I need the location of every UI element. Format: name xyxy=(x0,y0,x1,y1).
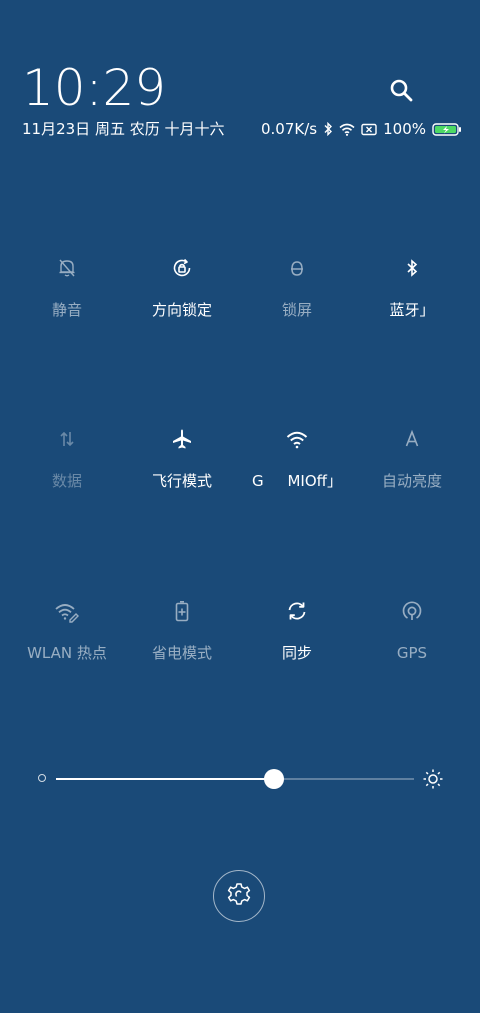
tile-label: 数据 xyxy=(51,472,82,490)
brightness-fill xyxy=(56,778,275,780)
mobile-data-icon xyxy=(53,425,81,453)
tile-label: 静音 xyxy=(51,301,82,319)
gear-icon xyxy=(226,881,252,912)
battery-saver-icon xyxy=(168,597,196,625)
battery-charging-icon xyxy=(432,122,462,136)
tile-hotspot[interactable]: WLAN 热点 xyxy=(7,597,127,663)
bluetooth-status-icon xyxy=(323,122,333,136)
tile-label: 锁屏 xyxy=(281,301,312,319)
tile-bluetooth[interactable]: 蓝牙」 xyxy=(352,254,472,320)
no-sim-icon xyxy=(361,123,377,136)
lock-icon xyxy=(283,254,311,282)
hotspot-icon xyxy=(53,597,81,625)
battery-percent: 100% xyxy=(383,120,426,138)
tile-label: 同步 xyxy=(281,644,312,662)
tile-label: 蓝牙」 xyxy=(389,301,435,319)
tile-label: GPS xyxy=(396,644,428,662)
tile-gps[interactable]: GPS xyxy=(352,597,472,663)
settings-button[interactable] xyxy=(213,870,265,922)
network-speed: 0.07K/s xyxy=(261,120,318,138)
bluetooth-icon xyxy=(398,254,426,282)
tile-label: 飞行模式 xyxy=(151,472,212,490)
brightness-knob[interactable] xyxy=(264,769,285,789)
tile-label: 省电模式 xyxy=(151,644,212,662)
tile-mobile-data[interactable]: 数据 xyxy=(7,425,127,491)
rotation-lock-icon xyxy=(168,254,196,282)
tile-airplane-mode[interactable]: 飞行模式 xyxy=(122,425,242,491)
tile-auto-brightness[interactable]: 自动亮度 xyxy=(352,425,472,491)
wifi-icon xyxy=(283,425,311,453)
search-icon[interactable] xyxy=(388,77,414,103)
brightness-slider[interactable] xyxy=(38,764,444,794)
tile-label: G MIOff」 xyxy=(252,472,342,490)
tile-wifi[interactable]: G MIOff」 xyxy=(237,425,357,491)
tile-label: 自动亮度 xyxy=(381,472,442,490)
wifi-status-icon xyxy=(339,123,355,136)
auto-brightness-icon xyxy=(398,425,426,453)
tile-label: 方向锁定 xyxy=(151,301,212,319)
tile-rotation-lock[interactable]: 方向锁定 xyxy=(122,254,242,320)
sync-icon xyxy=(283,597,311,625)
bell-off-icon xyxy=(53,254,81,282)
brightness-low-icon xyxy=(38,774,46,782)
airplane-icon xyxy=(168,425,196,453)
tile-sync[interactable]: 同步 xyxy=(237,597,357,663)
brightness-track[interactable] xyxy=(56,769,414,789)
tile-battery-saver[interactable]: 省电模式 xyxy=(122,597,242,663)
clock: 10:29 xyxy=(22,59,167,117)
tile-label: WLAN 热点 xyxy=(27,644,107,662)
status-bar: 0.07K/s 100% xyxy=(261,119,462,139)
date-text: 11月23日 周五 农历 十月十六 xyxy=(22,120,225,138)
brightness-high-icon xyxy=(422,768,444,790)
gps-icon xyxy=(398,597,426,625)
tile-lock-screen[interactable]: 锁屏 xyxy=(237,254,357,320)
tile-silent[interactable]: 静音 xyxy=(7,254,127,320)
